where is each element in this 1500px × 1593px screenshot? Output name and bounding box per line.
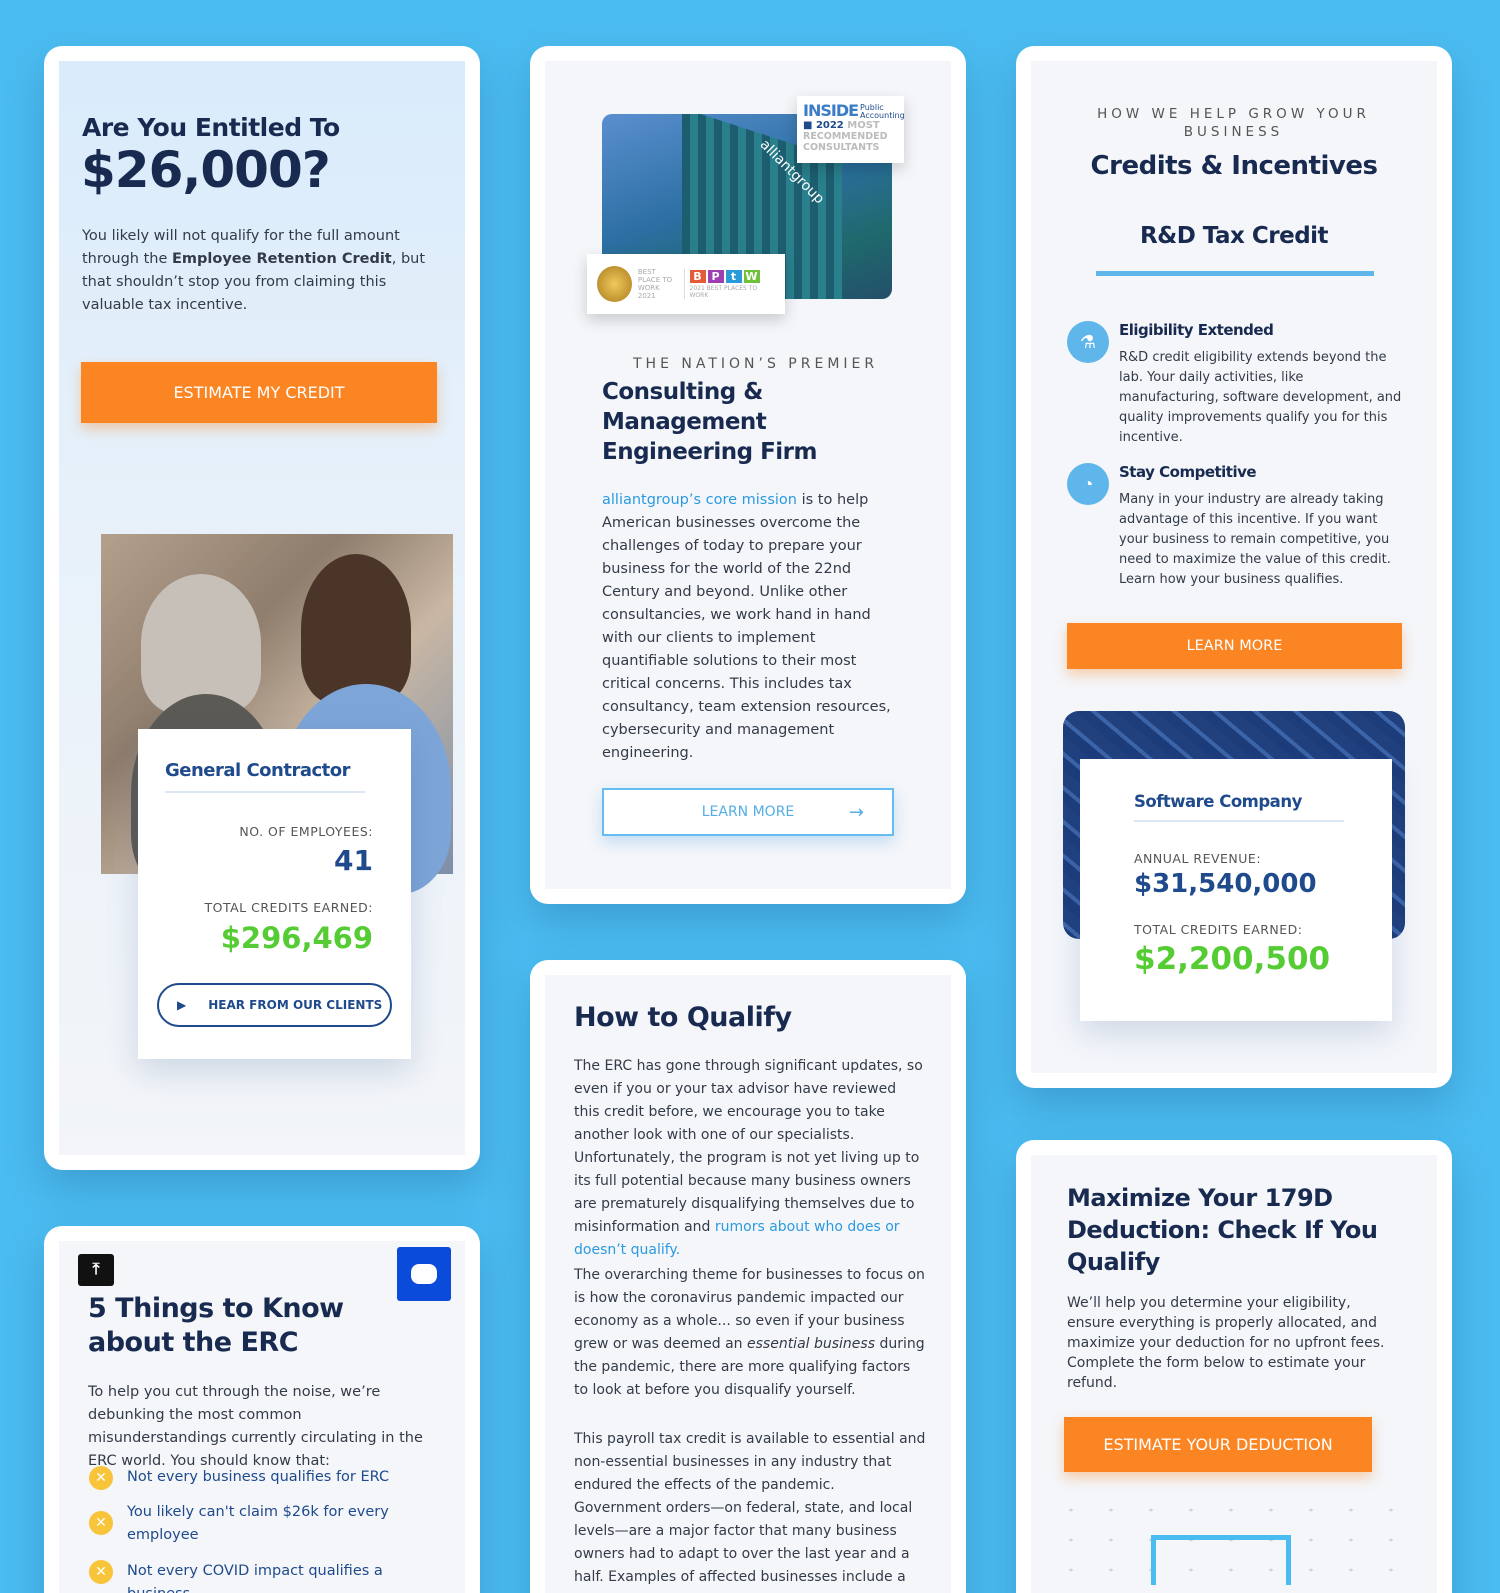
credits-label: TOTAL CREDITS EARNED: [204,900,373,915]
card-title: Are You Entitled To [82,113,340,142]
badge-year-row: ■ 2022 MOST [803,120,880,131]
badge-pa: Public Accounting [860,104,905,120]
firm-description: alliantgroup’s core mission is to help A… [602,489,892,765]
stat-card: General Contractor NO. OF EMPLOYEES: 41 … [138,729,411,1059]
estimate-credit-button[interactable]: ESTIMATE MY CREDIT [81,362,437,423]
award2-text: 2021 BEST PLACES TO WORK [689,284,758,299]
eyebrow: HOW WE HELP GROW YOUR BUSINESS [1097,106,1370,140]
tab-rd-tax-credit[interactable]: R&D Tax Credit [1031,223,1437,249]
credits-value: $2,200,500 [1134,941,1331,977]
bptw-logo: B P t W 2021 BEST PLACES TO WORK [689,269,776,299]
flask-icon: ⚗ [1067,321,1109,363]
learn-more-button[interactable]: LEARN MORE [1067,623,1402,669]
item-text: R&D credit eligibility extends beyond th… [1119,350,1402,445]
badge-year: 2022 [815,120,844,131]
arrow-right-icon: → [848,801,864,823]
award1-text: BEST PLACE TO WORK 2021 [637,268,673,300]
employees-label: NO. OF EMPLOYEES: [239,824,373,839]
hear-label: HEAR FROM OUR CLIENTS [208,998,383,1012]
revenue-label: ANNUAL REVENUE: [1134,851,1262,866]
erc-things-card: ⤒ 5 Things to Know about the ERC To help… [44,1226,480,1593]
item-text: Many in your industry are already taking… [1119,492,1391,587]
erc-entitlement-card: Are You Entitled To $26,000? You likely … [44,46,480,1170]
bptw-letter: t [725,269,742,283]
person-shape [301,554,411,704]
desc-text: is to help American businesses overcome … [602,492,891,761]
person-shape [141,574,261,714]
core-mission-link[interactable]: alliantgroup’s core mission [602,492,797,508]
x-icon: ✕ [89,1560,113,1584]
item-title: Eligibility Extended [1119,321,1274,339]
deduction-179d-card: Maximize Your 179D Deduction: Check If Y… [1016,1140,1452,1593]
play-icon: ▶ [177,998,187,1012]
chat-button[interactable] [397,1247,451,1301]
list-item: Not every business qualifies for ERC [127,1469,390,1485]
section-title: 5 Things to Know about the ERC [88,1293,344,1358]
credits-label: TOTAL CREDITS EARNED: [1134,922,1303,937]
revenue-value: $31,540,000 [1134,869,1317,899]
list-item: You likely can't claim $26k for every em… [127,1504,389,1543]
section-desc: To help you cut through the noise, we’re… [88,1384,423,1469]
stat-underline [165,791,365,793]
card-description: You likely will not qualify for the full… [82,225,437,317]
badge-divider [683,269,685,299]
paragraph-2: The overarching theme for businesses to … [574,1264,926,1402]
p1-text: The ERC has gone through significant upd… [574,1058,923,1235]
learn-more-label: LEARN MORE [701,804,795,820]
bptw-letter: B [689,269,706,283]
x-icon: ✕ [89,1511,113,1535]
stat-underline [1134,820,1344,822]
stat-card: Software Company ANNUAL REVENUE: $31,540… [1080,759,1392,1021]
card-panel: alliantgroup INSIDE Public Accounting ■ 2… [545,61,951,889]
employees-value: 41 [334,844,373,877]
bptw-letter: W [743,269,760,283]
firm-title: Consulting & Management Engineering Firm [602,379,817,465]
scroll-top-button[interactable]: ⤒ [78,1254,114,1286]
stat-title: General Contractor [165,760,351,781]
section-title: How to Qualify [574,1002,792,1033]
badge-head: INSIDE Public Accounting [803,101,905,120]
item-title: Stay Competitive [1119,463,1257,481]
badge-cons: CONSULTANTS [803,142,880,153]
firm-intro-card: alliantgroup INSIDE Public Accounting ■ 2… [530,46,966,904]
badge-rec: RECOMMENDED [803,131,888,142]
paragraph-3: This payroll tax credit is available to … [574,1431,926,1593]
section-title: Credits & Incentives [1090,151,1378,181]
medal-icon [597,266,632,302]
tab-underline [1096,271,1374,276]
section-desc: We’ll help you determine your eligibilit… [1067,1295,1385,1391]
stat-title: Software Company [1134,792,1302,811]
section-title: Maximize Your 179D Deduction: Check If Y… [1067,1184,1378,1276]
awards-badge: BEST PLACE TO WORK 2021 B P t W 2021 BES… [587,254,785,314]
amount-heading: $26,000? [81,141,331,199]
desc-bold: Employee Retention Credit [172,251,392,267]
how-to-qualify-card: How to Qualify The ERC has gone through … [530,960,966,1593]
list-item: Not every COVID impact qualifies a busin… [127,1563,383,1593]
card-panel: ⤒ 5 Things to Know about the ERC To help… [59,1241,465,1593]
badge-most: MOST [847,120,880,131]
eyebrow: THE NATION’S PREMIER [633,356,879,372]
card-panel: Maximize Your 179D Deduction: Check If Y… [1031,1155,1437,1593]
p2-em: essential business [747,1336,876,1352]
inside-accounting-badge: INSIDE Public Accounting ■ 2022 MOST RECO… [797,96,905,163]
chat-bubble-icon [411,1264,437,1284]
pie-chart-icon: ◔ [1067,463,1109,505]
bptw-letter: P [707,269,724,283]
learn-more-button[interactable]: LEARN MORE → [602,788,894,836]
paragraph-1: The ERC has gone through significant upd… [574,1055,926,1262]
credits-value: $296,469 [220,921,373,955]
credits-incentives-card: HOW WE HELP GROW YOUR BUSINESS Credits &… [1016,46,1452,1088]
estimate-deduction-button[interactable]: ESTIMATE YOUR DEDUCTION [1064,1417,1372,1472]
illustration-frame [1151,1535,1291,1585]
x-icon: ✕ [89,1466,113,1490]
card-panel: How to Qualify The ERC has gone through … [545,975,951,1593]
badge-inside: INSIDE [803,101,859,120]
card-panel: HOW WE HELP GROW YOUR BUSINESS Credits &… [1031,61,1437,1073]
badge-accounting: Accounting [860,111,905,120]
card-panel: Are You Entitled To $26,000? You likely … [59,61,465,1155]
hear-from-clients-button[interactable]: ▶ HEAR FROM OUR CLIENTS [157,983,392,1027]
